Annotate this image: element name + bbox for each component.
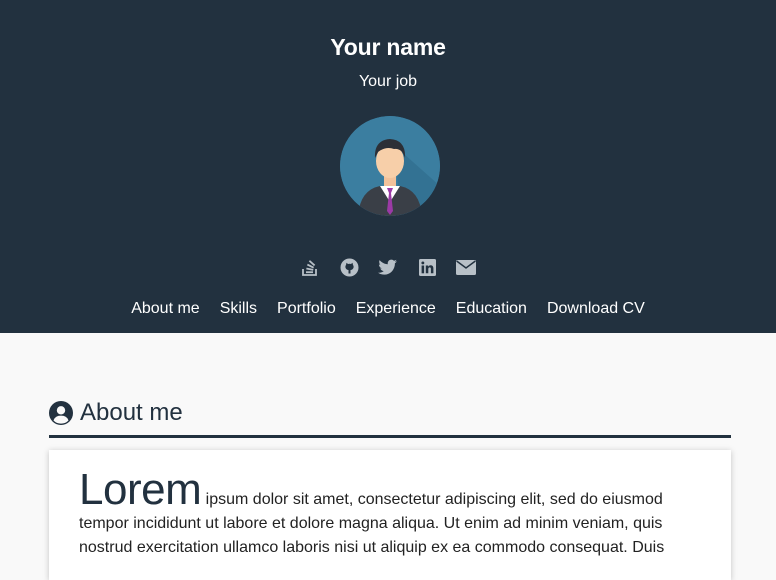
profile-job: Your job	[358, 73, 418, 90]
about-card: Lorem ipsum dolor sit amet, consectetur …	[49, 450, 731, 580]
twitter-icon[interactable]	[378, 257, 398, 277]
about-line-3: nostrud exercitation ullamco laboris nis…	[79, 539, 665, 556]
profile-name: Your name	[330, 34, 446, 60]
main-nav: About me Skills Portfolio Experience Edu…	[0, 300, 776, 318]
about-title-text: About me	[80, 399, 183, 426]
about-line-2: tempor incididunt ut labore et dolore ma…	[79, 515, 663, 532]
user-circle-icon	[49, 401, 73, 425]
nav-experience[interactable]: Experience	[356, 300, 436, 318]
section-divider	[49, 435, 731, 438]
nav-about-me[interactable]: About me	[131, 300, 199, 318]
about-section-title: About me	[49, 399, 183, 427]
about-dropcap: Lorem	[79, 465, 202, 514]
avatar	[340, 116, 440, 216]
nav-skills[interactable]: Skills	[220, 300, 257, 318]
github-icon[interactable]	[339, 257, 359, 277]
stackoverflow-icon[interactable]	[300, 257, 320, 277]
linkedin-icon[interactable]	[417, 257, 437, 277]
about-text: Lorem ipsum dolor sit amet, consectetur …	[79, 468, 691, 560]
email-icon[interactable]	[456, 257, 476, 277]
about-line-1: ipsum dolor sit amet, consectetur adipis…	[201, 491, 663, 508]
nav-education[interactable]: Education	[456, 300, 527, 318]
social-links	[0, 257, 776, 277]
nav-download-cv[interactable]: Download CV	[547, 300, 645, 318]
nav-portfolio[interactable]: Portfolio	[277, 300, 336, 318]
header: Your name Your job About me Skills Portf…	[0, 0, 776, 333]
